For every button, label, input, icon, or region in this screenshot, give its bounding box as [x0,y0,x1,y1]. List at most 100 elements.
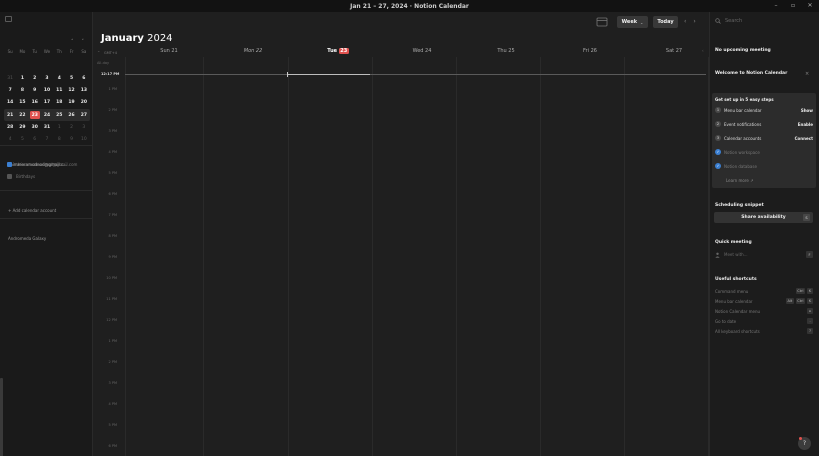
mini-calendar-day[interactable]: 2 [65,125,77,130]
mini-next-icon[interactable]: ˅ [82,39,85,45]
next-week-icon[interactable]: › [693,18,695,25]
mini-calendar-day[interactable]: 4 [53,76,65,81]
mini-calendar-day[interactable]: 18 [53,100,65,105]
mini-calendar-day[interactable]: 8 [53,137,65,142]
mini-calendar-day[interactable]: 12 [65,88,77,93]
mini-calendar-day[interactable]: 4 [4,137,16,142]
search-bar[interactable]: Search [715,18,742,24]
share-availability-button[interactable]: Share availability S [714,212,813,223]
mini-calendar-day[interactable]: 27 [78,113,90,118]
search-input[interactable]: Search [725,18,742,24]
close-icon[interactable]: × [805,71,809,77]
view-selector-button[interactable]: Week ⌄ [617,16,648,28]
mini-calendar-week[interactable]: 7 8 9 10 11 12 13 [4,84,90,96]
sidebar-toggle-icon[interactable] [5,16,12,22]
mini-prev-icon[interactable]: ˄ [71,39,74,45]
mini-calendar-week[interactable]: 4 5 6 7 8 9 10 [4,133,90,145]
quick-meeting-input[interactable]: Meet with... F [715,251,813,258]
shortcut-key: F [806,251,813,258]
mini-calendar-day[interactable]: 25 [53,113,65,118]
mini-calendar-day[interactable]: 5 [16,137,28,142]
setup-step[interactable]: 1 Menu bar calendar Show [715,107,813,113]
mini-calendar-day[interactable]: 10 [78,137,90,142]
mini-calendar-day[interactable]: 6 [29,137,41,142]
mini-calendar-day[interactable]: 21 [4,113,16,118]
mini-calendar-day[interactable]: 7 [4,88,16,93]
mini-calendar-week[interactable]: 14 15 16 17 18 19 20 [4,97,90,109]
shortcut-row[interactable]: Notion Calendar menu ⌂ [715,308,813,314]
mini-calendar-day[interactable]: 11 [53,88,65,93]
meet-with-placeholder: Meet with... [724,252,748,257]
step-action-button[interactable]: Show [801,108,813,113]
mini-calendar-day[interactable]: 31 [4,76,16,81]
grid-column-line [203,57,204,456]
week-grid[interactable] [93,57,709,456]
step-action-button[interactable]: Connect [795,136,813,141]
shortcut-row[interactable]: Menu bar calendar Alt Ctrl K [715,298,813,304]
mini-calendar-day[interactable]: 9 [65,137,77,142]
setup-step[interactable]: 3 Calendar accounts Connect [715,135,813,141]
view-label: Week [621,19,638,25]
mini-calendar-day[interactable]: 3 [41,76,53,81]
hour-label: 10 PM [106,276,117,280]
mini-calendar-day[interactable]: 17 [41,100,53,105]
prev-week-icon[interactable]: ‹ [684,18,686,25]
mini-calendar-day[interactable]: 29 [16,125,28,130]
mini-calendar-day[interactable]: 15 [16,100,28,105]
today-button[interactable]: Today [653,16,678,28]
day-column-header[interactable]: Mon 22 [211,48,295,54]
shortcut-row[interactable]: All keyboard shortcuts? [715,328,813,334]
mini-calendar-day[interactable]: 13 [78,88,90,93]
setup-step[interactable]: 2 Event notifications Enable [715,121,813,127]
learn-more-link[interactable]: Learn more ↗ [726,178,753,183]
mini-calendar-week[interactable]: 21 22 23 24 25 26 27 [4,108,90,122]
expand-chevron-icon[interactable]: ⌄ [97,48,100,53]
calendar-item-primary[interactable]: shimmeramodnod@gmail.com [7,162,77,167]
menu-bar-calendar-icon[interactable] [596,16,608,27]
checkbox-icon[interactable] [7,162,12,167]
mini-calendar-day[interactable]: 28 [4,125,16,130]
mini-calendar-day[interactable]: 1 [53,125,65,130]
mini-calendar-day[interactable]: 8 [16,88,28,93]
mini-calendar-day[interactable]: 22 [16,113,28,118]
mini-calendar-day[interactable]: 1 [16,76,28,81]
mini-calendar-day[interactable]: 9 [29,88,41,93]
maximize-button[interactable]: ▫ [790,2,796,9]
shortcut-row[interactable]: Go to date. [715,318,813,324]
shortcut-row[interactable]: Command menu Ctrl K [715,288,813,294]
mini-calendar-day[interactable]: 10 [41,88,53,93]
mini-calendar-week[interactable]: 31 1 2 3 4 5 6 [4,72,90,84]
day-column-header[interactable]: Thu 25 [464,48,548,54]
mini-calendar-day[interactable]: 5 [65,76,77,81]
shortcut-label: Menu bar calendar [715,298,753,304]
mini-calendar-day[interactable]: 26 [65,113,77,118]
mini-calendar-today[interactable]: 23 [29,111,41,120]
step-action-button[interactable]: Enable [798,122,813,127]
mini-calendar-day[interactable]: 14 [4,100,16,105]
close-window-button[interactable]: ✕ [807,2,813,9]
mini-calendar-day[interactable]: 6 [78,76,90,81]
mini-calendar-day[interactable]: 19 [65,100,77,105]
mini-calendar-day[interactable]: 7 [41,137,53,142]
day-column-header[interactable]: Sun 21 [127,48,211,54]
mini-calendar-day[interactable]: 24 [41,113,53,118]
day-column-header[interactable]: Sat 27 [632,48,716,54]
day-column-header[interactable]: Tue 23 [296,48,380,54]
day-column-header[interactable]: Fri 26 [548,48,632,54]
mini-calendar-day[interactable]: 16 [29,100,41,105]
setup-step[interactable]: ✓ Notion database [715,163,813,169]
calendar-item-birthdays[interactable]: Birthdays [7,174,35,179]
day-column-header[interactable]: Wed 24 [380,48,464,54]
second-account[interactable]: Andromeda Galaxy [8,236,46,241]
sidebar-scrollbar[interactable] [0,378,3,456]
checkbox-icon[interactable] [7,174,12,179]
mini-calendar-day[interactable]: 2 [29,76,41,81]
add-calendar-account-button[interactable]: + Add calendar account [8,208,56,213]
mini-calendar-day[interactable]: 3 [78,125,90,130]
setup-step[interactable]: ✓ Notion workspace [715,149,813,155]
minimize-button[interactable]: – [773,2,779,9]
mini-calendar-day[interactable]: 20 [78,100,90,105]
mini-calendar-week[interactable]: 28 29 30 31 1 2 3 [4,121,90,133]
mini-calendar-day[interactable]: 30 [29,125,41,130]
mini-calendar-day[interactable]: 31 [41,125,53,130]
